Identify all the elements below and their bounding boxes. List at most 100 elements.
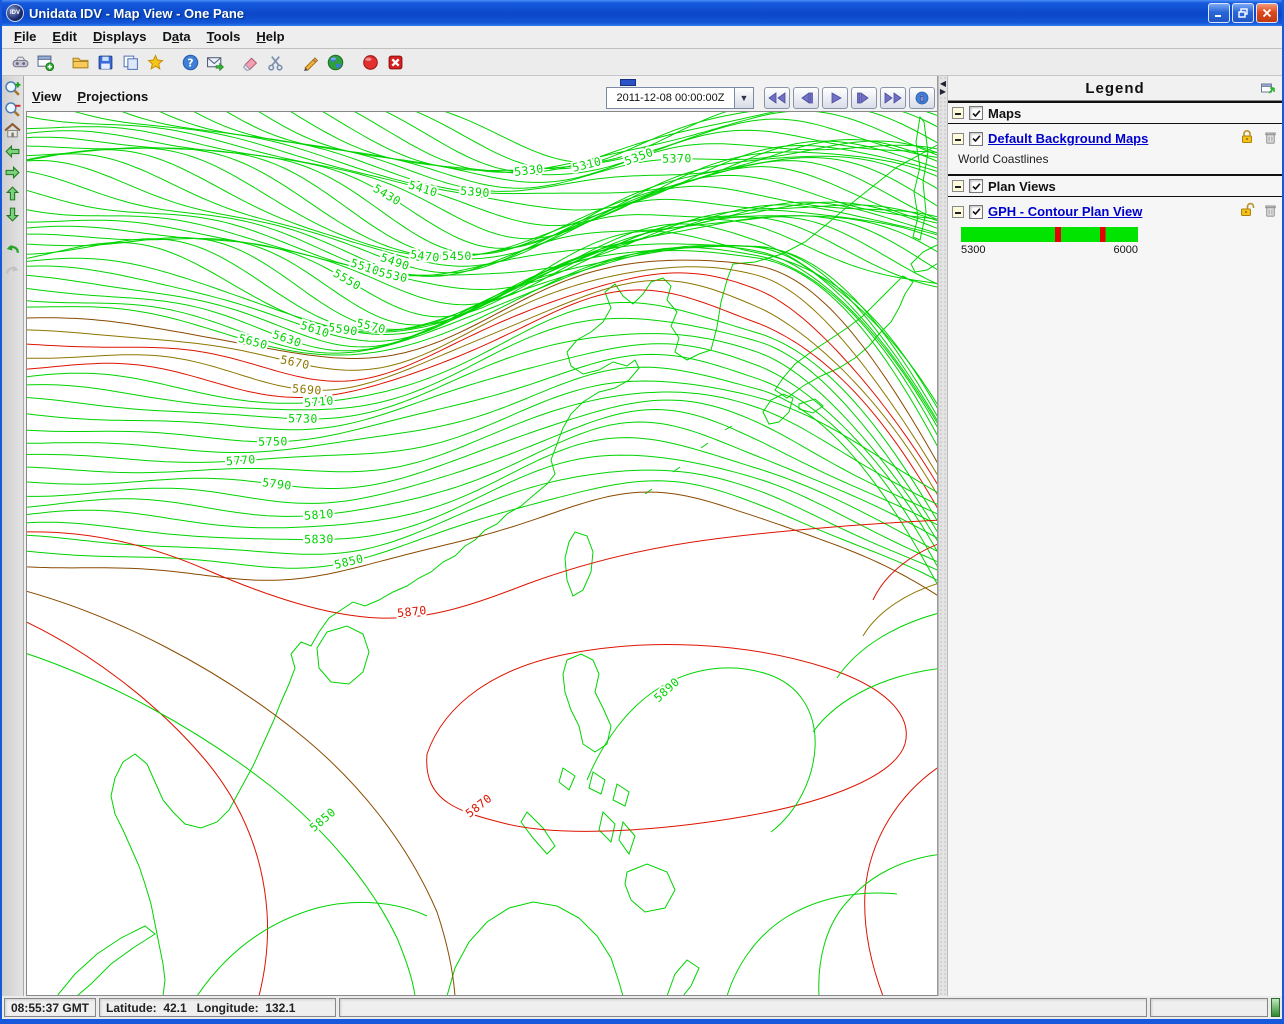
contour-label-5350: 5350 [623,145,656,168]
contour-label-5730: 5730 [288,411,318,426]
panel-splitter[interactable]: ◀ ▶ [938,76,948,996]
main-area: ViewProjections 2011-12-08 00:00:00Z ▼ i… [2,76,1282,996]
colorbar-min: 5300 [961,244,985,256]
status-progress-area [1150,998,1268,1017]
zoom-in-icon[interactable] [4,79,22,97]
menu-file[interactable]: File [8,27,46,47]
contour-line-5820 [27,438,937,556]
contour-line-5760 [27,367,937,598]
home-view-icon[interactable] [4,121,22,139]
splitter-collapse-buttons[interactable]: ◀ ▶ [939,80,947,96]
legend-title: Legend [1085,80,1144,97]
status-bar: 08:55:37 GMT Latitude: 42.1 Longitude: 1… [2,996,1282,1019]
idv-window: Unidata IDV - Map View - One Pane FileEd… [0,0,1284,1024]
window-title: Unidata IDV - Map View - One Pane [29,6,1206,21]
gph-colorbar[interactable]: 5300 6000 [948,223,1282,256]
status-message-area [339,998,1147,1017]
cursor-position-readout: Latitude: 42.1 Longitude: 132.1 [99,998,336,1017]
erase-displays-icon[interactable] [238,51,262,74]
open-file-icon[interactable] [68,51,92,74]
time-step-forward-button[interactable] [851,87,877,109]
pan-left-icon[interactable] [4,142,22,160]
map-view-header: ViewProjections 2011-12-08 00:00:00Z ▼ i [24,76,937,111]
pan-down-icon[interactable] [4,205,22,223]
menu-data[interactable]: Data [156,27,200,47]
contour-label-5390: 5390 [460,184,491,201]
time-step-back-button[interactable] [793,87,819,109]
redo-icon[interactable] [4,261,22,279]
map-display[interactable]: 5310533053505370539054105430545054705490… [26,111,937,996]
collapse-icon[interactable] [952,133,964,145]
lock-open-icon[interactable] [1239,202,1255,221]
contour-label-5850: 5850 [307,805,339,835]
contour-line-5870 [865,764,937,996]
time-rewind-button[interactable] [764,87,790,109]
lock-closed-icon[interactable] [1239,129,1255,148]
map-menu-projections[interactable]: Projections [73,87,160,107]
help-icon[interactable]: ? [178,51,202,74]
coastline [559,768,575,790]
collapse-right-icon[interactable]: ▶ [940,88,946,96]
color-scale-bar[interactable] [961,227,1138,242]
pan-right-icon[interactable] [4,163,22,181]
maps-checkbox[interactable] [969,106,983,120]
time-fast-forward-button[interactable] [880,87,906,109]
background-maps-link[interactable]: Default Background Maps [988,131,1148,146]
restore-button[interactable] [1232,3,1254,23]
copy-display-icon[interactable] [118,51,142,74]
undo-icon[interactable] [4,240,22,258]
minimize-button[interactable] [1208,3,1230,23]
trash-icon[interactable] [1263,130,1278,148]
collapse-icon[interactable] [952,206,964,218]
contour-label-5610: 5610 [299,318,332,340]
colorbar-max: 6000 [1114,244,1138,256]
app-logo-icon [6,4,24,22]
contour-label-5870: 5870 [396,603,427,620]
coastline [799,399,823,413]
contour-line-5700 [27,290,937,522]
save-icon[interactable] [93,51,117,74]
time-select[interactable]: 2011-12-08 00:00:00Z ▼ [606,87,754,109]
support-request-icon[interactable] [203,51,227,74]
contour-map[interactable]: 5310533053505370539054105430545054705490… [27,112,937,996]
zoom-out-icon[interactable] [4,100,22,118]
legend-group-maps: Maps [948,101,1282,124]
coastline [763,394,793,424]
collapse-icon[interactable] [952,107,964,119]
contour-line-5710 [27,303,937,535]
trash-icon[interactable] [1263,203,1278,221]
exit-icon[interactable] [383,51,407,74]
collapse-icon[interactable] [952,180,964,192]
pan-up-icon[interactable] [4,184,22,202]
console-icon[interactable] [8,51,32,74]
projections-globe-icon[interactable] [323,51,347,74]
contour-line-5850 [27,652,415,996]
gph-contour-link[interactable]: GPH - Contour Plan View [988,204,1142,219]
contour-line-5720 [27,318,937,544]
menu-displays[interactable]: Displays [87,27,156,47]
float-legend-icon[interactable] [1260,80,1276,99]
favorites-icon[interactable] [143,51,167,74]
map-menu-view[interactable]: View [28,87,73,107]
time-step-marker [620,79,636,86]
contour-line-5890 [837,612,937,678]
menu-tools[interactable]: Tools [201,27,251,47]
background-maps-checkbox[interactable] [969,132,983,146]
coastline [57,926,155,996]
edit-icon[interactable] [298,51,322,74]
menu-edit[interactable]: Edit [46,27,87,47]
time-info-button[interactable]: i [909,87,935,109]
contour-label-5790: 5790 [261,475,292,493]
gph-checkbox[interactable] [969,205,983,219]
cut-displays-icon[interactable] [263,51,287,74]
contour-label-5650: 5650 [237,331,269,352]
contour-label-5750: 5750 [258,434,288,449]
contour-line-5420 [27,115,937,238]
chevron-down-icon[interactable]: ▼ [734,87,754,109]
menu-help[interactable]: Help [250,27,294,47]
cancel-loads-icon[interactable] [358,51,382,74]
plan-views-checkbox[interactable] [969,179,983,193]
time-play-button[interactable] [822,87,848,109]
close-button[interactable] [1256,3,1278,23]
new-display-window-icon[interactable] [33,51,57,74]
